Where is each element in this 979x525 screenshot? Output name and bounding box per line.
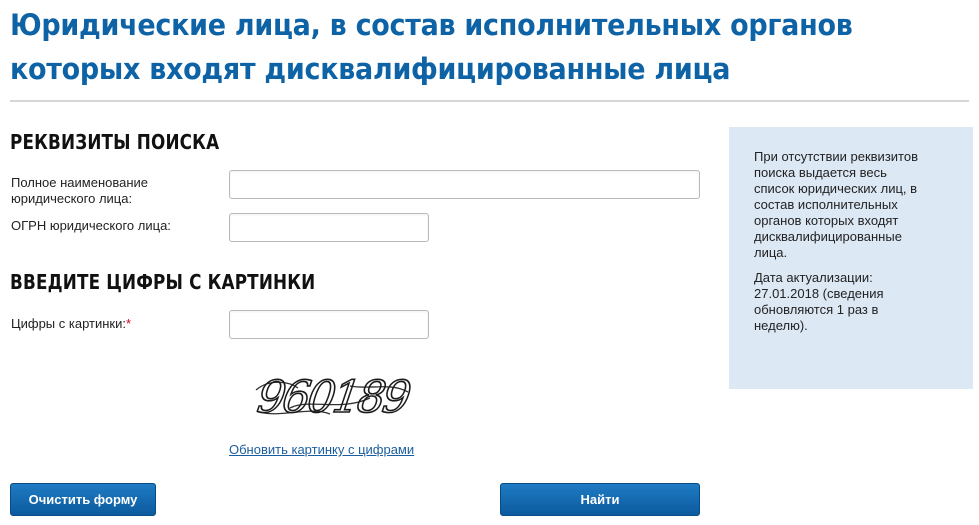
full-name-label: Полное наименование юридического лица:	[11, 175, 149, 206]
full-name-input[interactable]	[229, 170, 700, 199]
info-panel: При отсутствии реквизитов поиска выдаетс…	[729, 127, 973, 389]
search-section-heading: РЕКВИЗИТЫ ПОИСКА	[10, 130, 220, 154]
ogrn-label: ОГРН юридического лица:	[11, 218, 171, 233]
refresh-captcha-link[interactable]: Обновить картинку с цифрами	[229, 442, 414, 457]
search-button[interactable]: Найти	[500, 483, 700, 516]
captcha-digits-label-text: Цифры с картинки:	[11, 316, 126, 331]
clear-form-button[interactable]: Очистить форму	[10, 483, 156, 516]
captcha-section-heading: ВВЕДИТЕ ЦИФРЫ С КАРТИНКИ	[10, 270, 316, 294]
title-divider	[10, 100, 969, 102]
info-panel-update-date: Дата актуализации: 27.01.2018 (сведения …	[754, 270, 884, 333]
captcha-image: 960189	[253, 371, 414, 423]
required-mark: *	[125, 316, 132, 331]
captcha-digits-text: 960189	[254, 372, 413, 423]
captcha-input[interactable]	[229, 310, 429, 339]
info-panel-hint: При отсутствии реквизитов поиска выдаетс…	[754, 149, 918, 260]
ogrn-input[interactable]	[229, 213, 429, 242]
captcha-digits-label: Цифры с картинки:*	[11, 316, 211, 332]
page-title: Юридические лица, в состав исполнительны…	[10, 8, 853, 86]
